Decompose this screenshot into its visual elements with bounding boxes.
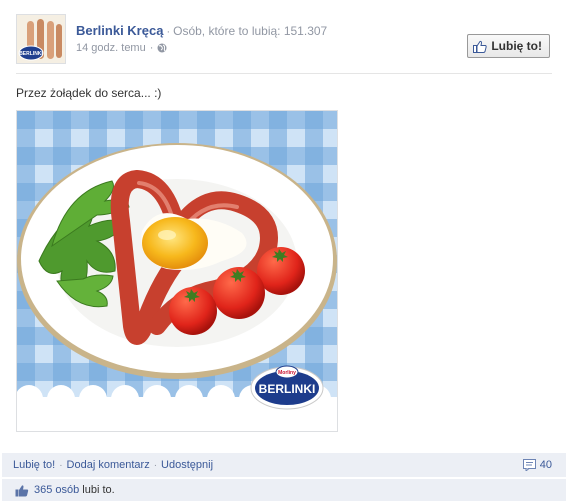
header-divider bbox=[16, 73, 552, 74]
page-meta: Berlinki Kręcą · Osób, które to lubią: 151… bbox=[76, 23, 327, 38]
comment-icon bbox=[522, 459, 536, 471]
post-time-row: 14 godz. temu · bbox=[76, 42, 167, 54]
add-comment-link[interactable]: Dodaj komentarz bbox=[67, 459, 150, 471]
page-like-button-label: Lubię to! bbox=[491, 39, 542, 53]
likers-count-link[interactable]: 365 osób bbox=[34, 484, 79, 496]
page-likes-count: Osób, które to lubią: 151.307 bbox=[173, 24, 328, 38]
like-post-link[interactable]: Lubię to! bbox=[13, 459, 55, 471]
post-action-bar: Lubię to! · Dodaj komentarz · Udostępnij… bbox=[2, 453, 566, 477]
sausage-heart-egg-photo: Morliny BERLINKI bbox=[17, 111, 337, 431]
thumbs-up-icon bbox=[473, 40, 488, 53]
berlinki-photo-logo: Morliny BERLINKI bbox=[250, 365, 324, 410]
photo-logo-text: BERLINKI bbox=[259, 382, 316, 396]
avatar-logo-text: BERLINKI bbox=[19, 51, 43, 57]
post-timestamp[interactable]: 14 godz. temu bbox=[76, 42, 146, 54]
comments-count-value: 40 bbox=[539, 459, 552, 471]
action-separator: · bbox=[59, 459, 63, 471]
page-name-link[interactable]: Berlinki Kręcą bbox=[76, 23, 163, 38]
berlinki-avatar-image: BERLINKI bbox=[17, 15, 65, 63]
post-header: BERLINKI Berlinki Kręcą · Osób, które to l… bbox=[16, 14, 552, 64]
thumbs-up-icon bbox=[15, 484, 29, 496]
post-text: Przez żołądek do serca... :) bbox=[16, 86, 162, 100]
page-avatar[interactable]: BERLINKI bbox=[16, 14, 66, 64]
comments-counter[interactable]: 40 bbox=[522, 453, 552, 477]
likes-summary-bar: 365 osób lubi to. bbox=[2, 479, 566, 501]
meta-separator: · bbox=[149, 42, 154, 54]
action-separator: · bbox=[153, 459, 158, 471]
post-photo[interactable]: Morliny BERLINKI bbox=[16, 110, 338, 432]
likes-suffix-text: lubi to. bbox=[82, 484, 115, 496]
share-link[interactable]: Udostępnij bbox=[161, 459, 213, 471]
globe-icon bbox=[157, 43, 167, 53]
photo-brand-small: Morliny bbox=[278, 370, 296, 376]
page-like-button[interactable]: Lubię to! bbox=[467, 34, 550, 58]
meta-separator: · bbox=[166, 26, 171, 38]
